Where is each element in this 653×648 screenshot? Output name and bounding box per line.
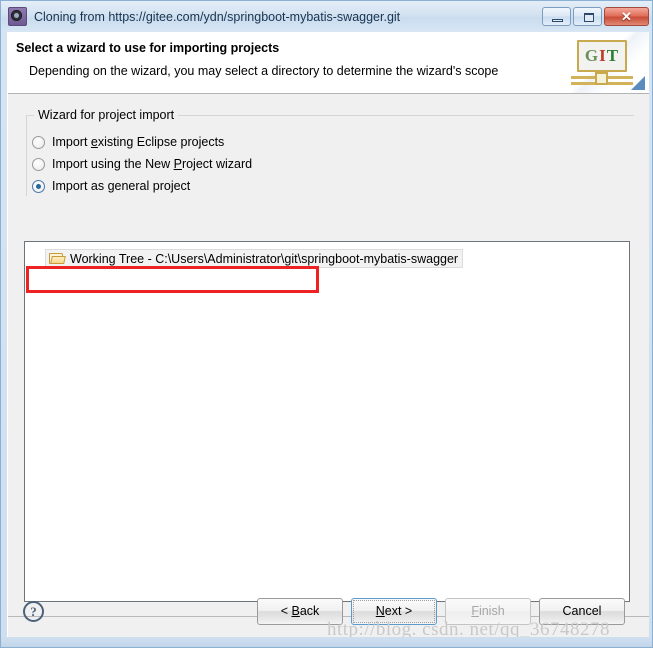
radio-label: Import existing Eclipse projects [52, 135, 225, 149]
close-icon: ✕ [621, 9, 632, 24]
dialog-window: Cloning from https://gitee.com/ydn/sprin… [0, 0, 653, 648]
git-banner-icon: GIT [561, 32, 649, 93]
git-plate: GIT [577, 40, 627, 72]
close-button[interactable]: ✕ [604, 7, 649, 26]
group-label: Wizard for project import [34, 108, 179, 122]
git-letters: GIT [579, 42, 625, 70]
radio-import-as-general-project[interactable]: Import as general project [32, 176, 190, 196]
window-bottom-edge [1, 637, 652, 647]
title-bar: Cloning from https://gitee.com/ydn/sprin… [1, 1, 652, 32]
radio-mark[interactable] [32, 179, 45, 193]
radio-mark[interactable] [32, 157, 45, 171]
git-letter-i: I [599, 46, 607, 65]
cancel-button[interactable]: Cancel [539, 598, 625, 625]
gear-icon [8, 7, 27, 26]
button-bar: ? < Back Next > Finish Cancel [1, 588, 642, 625]
page-title: Select a wizard to use for importing pro… [16, 41, 280, 55]
back-button-label: < Back [280, 604, 320, 618]
radio-label: Import as general project [52, 179, 191, 193]
git-letter-g: G [584, 46, 600, 65]
maximize-button[interactable] [573, 7, 602, 26]
finish-button: Finish [445, 598, 531, 625]
cancel-button-label: Cancel [562, 604, 602, 618]
radio-label: Import using the New Project wizard [52, 157, 253, 171]
finish-button-label: Finish [471, 604, 505, 618]
radio-mark[interactable] [32, 135, 45, 149]
corner-triangle-icon [631, 76, 645, 90]
help-icon[interactable]: ? [23, 601, 44, 622]
wizard-content: Wizard for project import Import existin… [8, 94, 649, 616]
next-button-label: Next > [353, 600, 435, 623]
radio-import-using-new-project-wizard[interactable]: Import using the New Project wizard [32, 154, 252, 174]
wizard-group: Wizard for project import Import existin… [26, 108, 634, 196]
maximize-icon [584, 13, 594, 22]
window-controls: ✕ [542, 7, 649, 26]
wizard-header: Select a wizard to use for importing pro… [8, 32, 649, 94]
back-button[interactable]: < Back [257, 598, 343, 625]
page-description: Depending on the wizard, you may select … [29, 64, 499, 78]
tree-item-working-tree[interactable]: Working Tree - C:\Users\Administrator\gi… [45, 249, 464, 268]
git-knob [595, 72, 608, 85]
minimize-button[interactable] [542, 7, 571, 26]
window-title: Cloning from https://gitee.com/ydn/sprin… [34, 9, 401, 24]
folder-icon [49, 252, 65, 265]
project-tree-panel[interactable]: Working Tree - C:\Users\Administrator\gi… [24, 241, 630, 602]
tree-item-label: Working Tree - C:\Users\Administrator\gi… [70, 251, 459, 266]
minimize-icon [552, 19, 563, 22]
radio-import-existing-eclipse-projects[interactable]: Import existing Eclipse projects [32, 132, 224, 152]
git-letter-t: T [606, 46, 620, 65]
next-button[interactable]: Next > [351, 598, 437, 625]
dialog-body: Select a wizard to use for importing pro… [7, 32, 649, 640]
